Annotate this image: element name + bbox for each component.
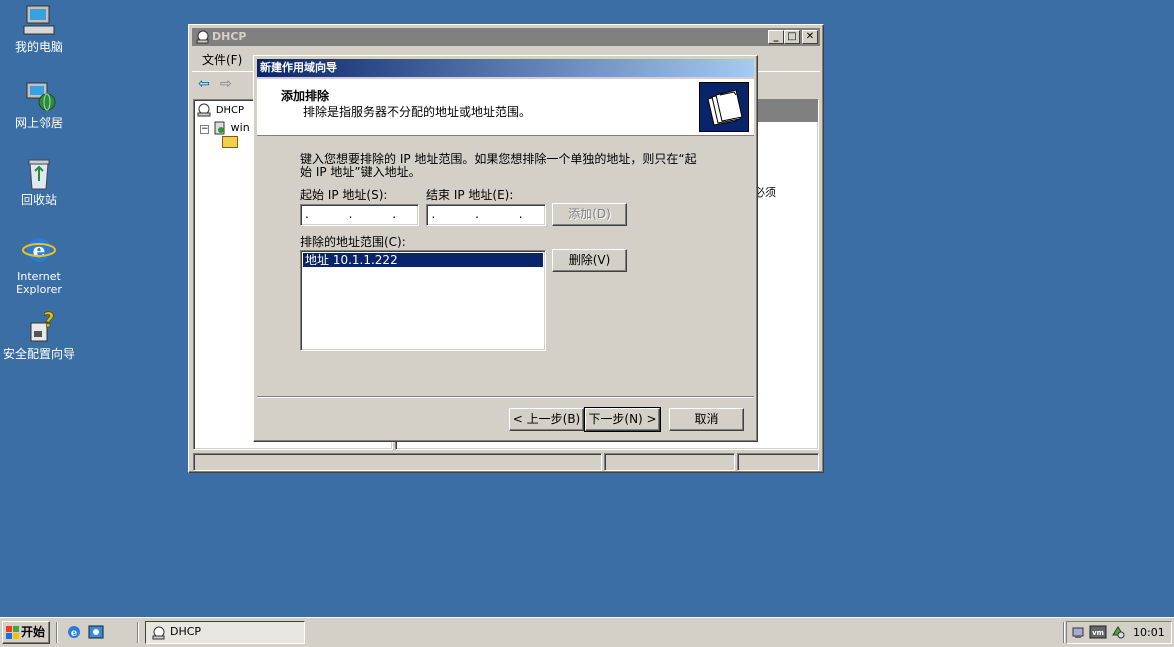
- close-button[interactable]: ✕: [802, 30, 818, 44]
- start-label: 开始: [21, 625, 46, 639]
- wizard-separator: [257, 396, 754, 398]
- security-wizard-icon: ?: [21, 308, 57, 345]
- desktop-icon-label: 安全配置向导: [2, 347, 75, 361]
- taskbar-separator: [1063, 622, 1065, 643]
- back-arrow-icon[interactable]: ⇦: [198, 76, 210, 92]
- desktop-icon-label: 我的电脑: [14, 40, 63, 54]
- quicklaunch-ie-icon[interactable]: e: [66, 624, 82, 640]
- minimize-button[interactable]: _: [768, 30, 784, 44]
- new-scope-wizard-dialog[interactable]: 新建作用域向导 添加排除 排除是指服务器不分配的地址或地址范围。 键入您想要排除…: [253, 55, 758, 442]
- cancel-button[interactable]: 取消: [669, 408, 744, 431]
- end-ip-label: 结束 IP 地址(E):: [426, 188, 514, 202]
- start-ip-label: 起始 IP 地址(S):: [300, 188, 388, 202]
- forward-arrow-icon[interactable]: ⇨: [220, 76, 232, 92]
- maximize-button[interactable]: □: [784, 30, 800, 44]
- tree-item-scope[interactable]: [222, 136, 238, 150]
- taskbar-button-dhcp[interactable]: DHCP: [145, 621, 305, 644]
- ip-dots: . . .: [431, 207, 541, 221]
- svg-text:?: ?: [43, 311, 55, 332]
- desktop-icon-label: 网上邻居: [14, 116, 63, 130]
- desktop-icon-internet-explorer[interactable]: e Internet Explorer: [0, 233, 78, 296]
- desktop-icon-network[interactable]: 网上邻居: [0, 80, 78, 130]
- wizard-folders-icon: [699, 82, 749, 132]
- wizard-header: 添加排除 排除是指服务器不分配的地址或地址范围。: [257, 79, 754, 136]
- wizard-step-title: 添加排除: [281, 89, 330, 103]
- back-button[interactable]: < 上一步(B): [509, 408, 584, 431]
- dhcp-node-icon: [196, 103, 212, 117]
- quicklaunch-desktop-icon[interactable]: [88, 624, 104, 640]
- start-ip-input[interactable]: . . .: [300, 204, 419, 226]
- status-cell-1: [193, 453, 602, 471]
- excluded-range-list[interactable]: 地址 10.1.1.222: [300, 250, 546, 351]
- dhcp-task-icon: [151, 625, 166, 640]
- server-node-icon: [213, 121, 227, 135]
- collapse-icon[interactable]: −: [200, 125, 209, 134]
- recycle-bin-icon: [21, 157, 57, 191]
- end-ip-input[interactable]: . . .: [426, 204, 546, 226]
- ip-dots: . . .: [304, 207, 415, 221]
- menu-file[interactable]: 文件(F): [202, 51, 242, 68]
- folder-icon: [222, 136, 238, 148]
- svg-text:e: e: [33, 238, 46, 262]
- computer-icon: [21, 4, 57, 38]
- tree-item-server[interactable]: − win: [200, 120, 250, 136]
- start-button[interactable]: 开始: [2, 621, 50, 644]
- clock[interactable]: 10:01: [1133, 626, 1165, 639]
- task-label: DHCP: [170, 625, 202, 638]
- wizard-titlebar[interactable]: 新建作用域向导: [257, 59, 754, 77]
- network-icon: [21, 80, 57, 114]
- desktop-icon-label: Internet Explorer: [16, 270, 62, 296]
- system-tray: vm 10:01: [1066, 621, 1172, 644]
- dhcp-app-icon: [195, 29, 210, 44]
- taskbar-separator: [56, 622, 58, 643]
- svg-text:e: e: [71, 628, 77, 639]
- wizard-step-subtitle: 排除是指服务器不分配的地址或地址范围。: [303, 105, 532, 119]
- dhcp-window-title: DHCP: [212, 30, 247, 43]
- taskbar: 开始 e DHCP vm 10:01: [0, 617, 1174, 647]
- desktop-icon-recycle-bin[interactable]: 回收站: [0, 157, 78, 207]
- security-tray-icon[interactable]: [1111, 625, 1125, 639]
- svg-text:vm: vm: [1092, 629, 1104, 637]
- status-cell-2: [604, 453, 735, 471]
- tree-label: DHCP: [215, 105, 245, 116]
- dhcp-titlebar[interactable]: DHCP _ □ ✕: [192, 28, 820, 46]
- wizard-title: 新建作用域向导: [260, 61, 337, 74]
- excluded-range-label: 排除的地址范围(C):: [300, 235, 406, 249]
- next-button[interactable]: 下一步(N) >: [584, 407, 661, 432]
- remove-button[interactable]: 删除(V): [552, 249, 627, 272]
- desktop-icon-my-computer[interactable]: 我的电脑: [0, 4, 78, 54]
- network-tray-icon[interactable]: [1071, 625, 1085, 639]
- desktop-icon-security-wizard[interactable]: ? 安全配置向导: [0, 308, 78, 361]
- taskbar-separator: [137, 622, 139, 643]
- tree-label: win: [230, 121, 250, 134]
- windows-logo-icon: [6, 626, 19, 639]
- list-item[interactable]: 地址 10.1.1.222: [303, 253, 543, 267]
- add-button[interactable]: 添加(D): [552, 203, 627, 226]
- vmware-tray-icon[interactable]: vm: [1089, 624, 1107, 640]
- internet-explorer-icon: e: [21, 233, 57, 267]
- tree-item-dhcp-root[interactable]: DHCP: [196, 102, 244, 118]
- instruction-line-2: 始 IP 地址”键入地址。: [300, 165, 421, 179]
- status-cell-3: [737, 453, 819, 471]
- desktop-icon-label: 回收站: [20, 193, 57, 207]
